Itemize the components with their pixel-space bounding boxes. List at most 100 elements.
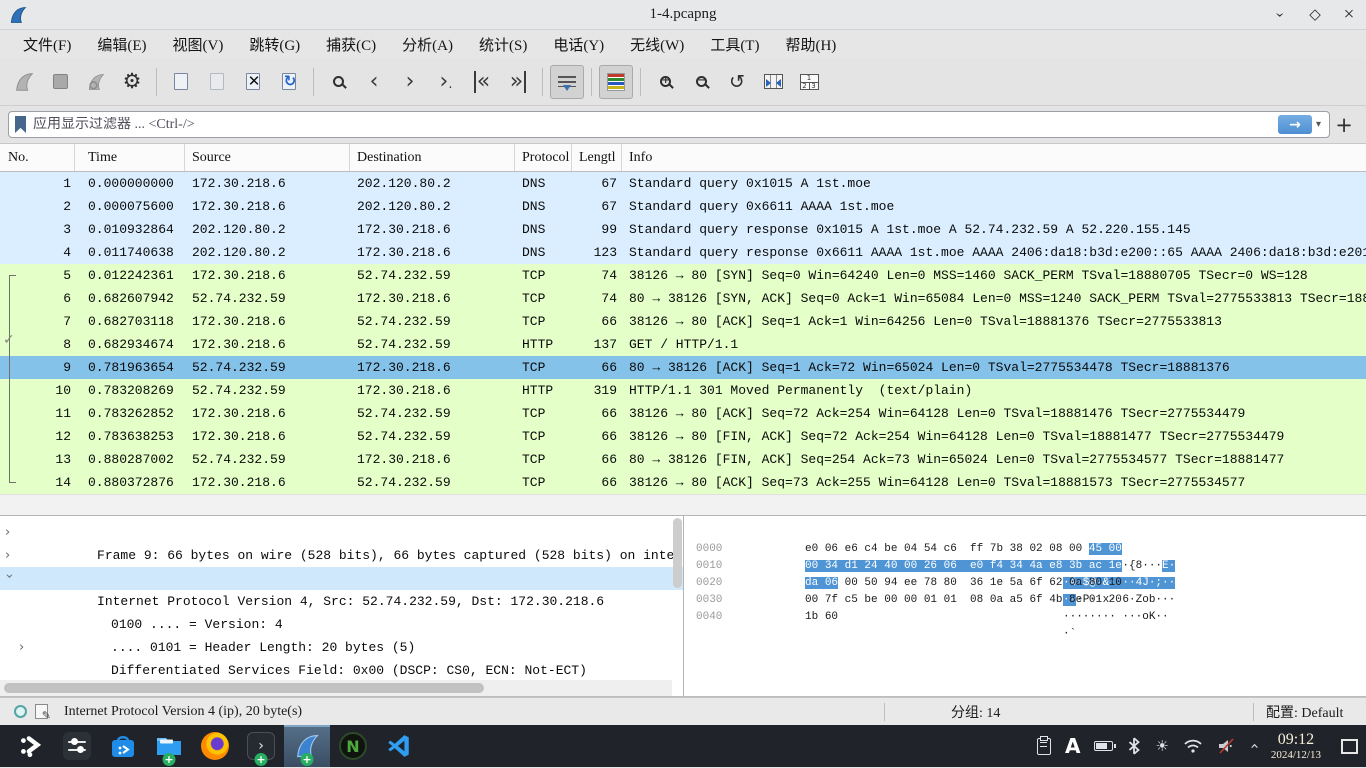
open-file-button[interactable]	[164, 65, 198, 99]
detail-line[interactable]: 0100 .... = Version: 4	[0, 590, 683, 613]
close-button[interactable]: ×	[1332, 0, 1366, 30]
brightness-icon[interactable]: ☀	[1155, 737, 1168, 755]
start-capture-button[interactable]	[7, 65, 41, 99]
packet-row[interactable]: 9 0.781963654 52.74.232.59 172.30.218.6 …	[0, 356, 1366, 379]
clipboard-icon[interactable]	[1037, 738, 1051, 755]
packet-row[interactable]: 3 0.010932864 202.120.80.2 172.30.218.6 …	[0, 218, 1366, 241]
menu-item[interactable]: 电话(Y)	[540, 31, 617, 58]
packet-row[interactable]: 5 0.012242361 172.30.218.6 52.74.232.59 …	[0, 264, 1366, 287]
taskbar-firefox[interactable]	[192, 725, 238, 767]
go-first-packet-button[interactable]: «	[465, 65, 499, 99]
packet-row[interactable]: 12 0.783638253 172.30.218.6 52.74.232.59…	[0, 425, 1366, 448]
taskbar-app-store[interactable]	[100, 725, 146, 767]
taskbar-neovim[interactable]: N	[330, 725, 376, 767]
colorize-toggle[interactable]	[599, 65, 633, 99]
taskbar-file-manager[interactable]: +	[146, 725, 192, 767]
minimize-button[interactable]: ›	[1264, 0, 1298, 30]
taskbar-clock[interactable]: 09:12 2024/12/13	[1271, 731, 1321, 761]
taskbar-wireshark[interactable]: +	[284, 725, 330, 767]
column-header-destination[interactable]: Destination	[350, 144, 515, 171]
expander-icon[interactable]: ›	[0, 574, 21, 586]
capture-options-button[interactable]: ⚙	[115, 65, 149, 99]
add-filter-button[interactable]: +	[1330, 113, 1358, 137]
auto-scroll-toggle[interactable]	[550, 65, 584, 99]
bluetooth-icon[interactable]	[1127, 737, 1141, 755]
layout-123-button[interactable]: 123	[792, 65, 826, 99]
menu-item[interactable]: 文件(F)	[10, 31, 84, 58]
close-file-button[interactable]: ✕	[236, 65, 270, 99]
apply-filter-button[interactable]: →	[1278, 115, 1312, 134]
hex-row[interactable]: 00401b 60 ·`	[684, 592, 1366, 609]
hex-row[interactable]: 001000 34 d1 24 40 00 26 06 e0 f4 34 4a …	[684, 541, 1366, 558]
display-filter-box[interactable]: → ▾	[8, 111, 1330, 138]
taskbar-control-center[interactable]	[54, 725, 100, 767]
menu-item[interactable]: 编辑(E)	[84, 31, 159, 58]
stop-capture-button[interactable]	[43, 65, 77, 99]
hex-row[interactable]: 003000 7f c5 be 00 00 01 01 08 0a a5 6f …	[684, 575, 1366, 592]
resize-columns-button[interactable]	[756, 65, 790, 99]
save-file-button[interactable]	[200, 65, 234, 99]
packet-row[interactable]: 7 0.682703118 172.30.218.6 52.74.232.59 …	[0, 310, 1366, 333]
detail-line[interactable]: Total Length: 52	[0, 659, 683, 682]
column-header-time[interactable]: Time	[75, 144, 185, 171]
column-header-info[interactable]: Info	[622, 144, 1366, 171]
hex-row[interactable]: 0000e0 06 e6 c4 be 04 54 c6 ff 7b 38 02 …	[684, 524, 1366, 541]
detail-line[interactable]: ›Internet Protocol Version 4, Src: 52.74…	[0, 567, 683, 590]
statusbar-profile[interactable]: 配置: Default	[1254, 702, 1366, 722]
go-forward-button[interactable]: ›	[393, 65, 427, 99]
column-header-protocol[interactable]: Protocol	[515, 144, 572, 171]
go-to-packet-button[interactable]: ›.	[429, 65, 463, 99]
filter-expression-caret-icon[interactable]: ▾	[1316, 119, 1321, 130]
details-hscrollbar-thumb[interactable]	[4, 683, 484, 693]
column-header-source[interactable]: Source	[185, 144, 350, 171]
find-packet-button[interactable]	[321, 65, 355, 99]
details-vertical-scrollbar[interactable]	[673, 518, 682, 588]
menu-item[interactable]: 帮助(H)	[772, 31, 849, 58]
tray-expand-icon[interactable]: ›	[1245, 743, 1263, 749]
menu-item[interactable]: 工具(T)	[697, 31, 772, 58]
detail-line[interactable]: ›Frame 9: 66 bytes on wire (528 bits), 6…	[0, 521, 683, 544]
packet-row[interactable]: 13 0.880287002 52.74.232.59 172.30.218.6…	[0, 448, 1366, 471]
packet-row[interactable]: 8 0.682934674 172.30.218.6 52.74.232.59 …	[0, 333, 1366, 356]
column-header-no[interactable]: No.	[0, 144, 75, 171]
show-desktop-button[interactable]	[1341, 739, 1358, 754]
taskbar-terminal[interactable]: ›+	[238, 725, 284, 767]
menu-item[interactable]: 视图(V)	[160, 31, 237, 58]
hex-row[interactable]: 0020da 06 00 50 94 ee 78 80 36 1e 5a 6f …	[684, 558, 1366, 575]
menu-item[interactable]: 分析(A)	[389, 31, 466, 58]
packet-row[interactable]: 10 0.783208269 52.74.232.59 172.30.218.6…	[0, 379, 1366, 402]
input-method-indicator[interactable]: A	[1065, 734, 1080, 758]
expander-icon[interactable]: ›	[19, 636, 31, 659]
restart-capture-button[interactable]	[79, 65, 113, 99]
expander-icon[interactable]: ›	[5, 544, 17, 567]
maximize-button[interactable]: ◇	[1298, 0, 1332, 30]
column-header-length[interactable]: Lengtl	[572, 144, 622, 171]
expert-info-icon[interactable]	[14, 705, 27, 718]
go-back-button[interactable]: ‹	[357, 65, 391, 99]
menu-item[interactable]: 无线(W)	[617, 31, 697, 58]
zoom-out-button[interactable]: −	[684, 65, 718, 99]
packet-row[interactable]: 4 0.011740638 202.120.80.2 172.30.218.6 …	[0, 241, 1366, 264]
expander-icon[interactable]: ›	[5, 521, 17, 544]
taskbar-vscode[interactable]	[376, 725, 422, 767]
detail-line[interactable]: .... 0101 = Header Length: 20 bytes (5)	[0, 613, 683, 636]
volume-muted-icon[interactable]	[1217, 737, 1237, 755]
taskbar-launcher[interactable]	[8, 725, 54, 767]
menu-item[interactable]: 统计(S)	[466, 31, 540, 58]
packet-row[interactable]: 11 0.783262852 172.30.218.6 52.74.232.59…	[0, 402, 1366, 425]
wifi-icon[interactable]	[1183, 738, 1203, 754]
battery-icon[interactable]	[1094, 741, 1113, 751]
go-last-packet-button[interactable]: »	[501, 65, 535, 99]
bookmark-icon[interactable]	[15, 116, 26, 133]
packet-row[interactable]: 1 0.000000000 172.30.218.6 202.120.80.2 …	[0, 172, 1366, 195]
reload-file-button[interactable]: ↻	[272, 65, 306, 99]
zoom-in-button[interactable]: +	[648, 65, 682, 99]
packet-row[interactable]: 2 0.000075600 172.30.218.6 202.120.80.2 …	[0, 195, 1366, 218]
packet-row[interactable]: 6 0.682607942 52.74.232.59 172.30.218.6 …	[0, 287, 1366, 310]
zoom-reset-button[interactable]: ↺	[720, 65, 754, 99]
detail-line[interactable]: ›Ethernet II, Src: NewH3CTechno_7b:38:02…	[0, 544, 683, 567]
menu-item[interactable]: 捕获(C)	[313, 31, 389, 58]
detail-line[interactable]: ›Differentiated Services Field: 0x00 (DS…	[0, 636, 683, 659]
display-filter-input[interactable]	[33, 117, 1278, 133]
capture-comment-icon[interactable]	[35, 704, 48, 719]
